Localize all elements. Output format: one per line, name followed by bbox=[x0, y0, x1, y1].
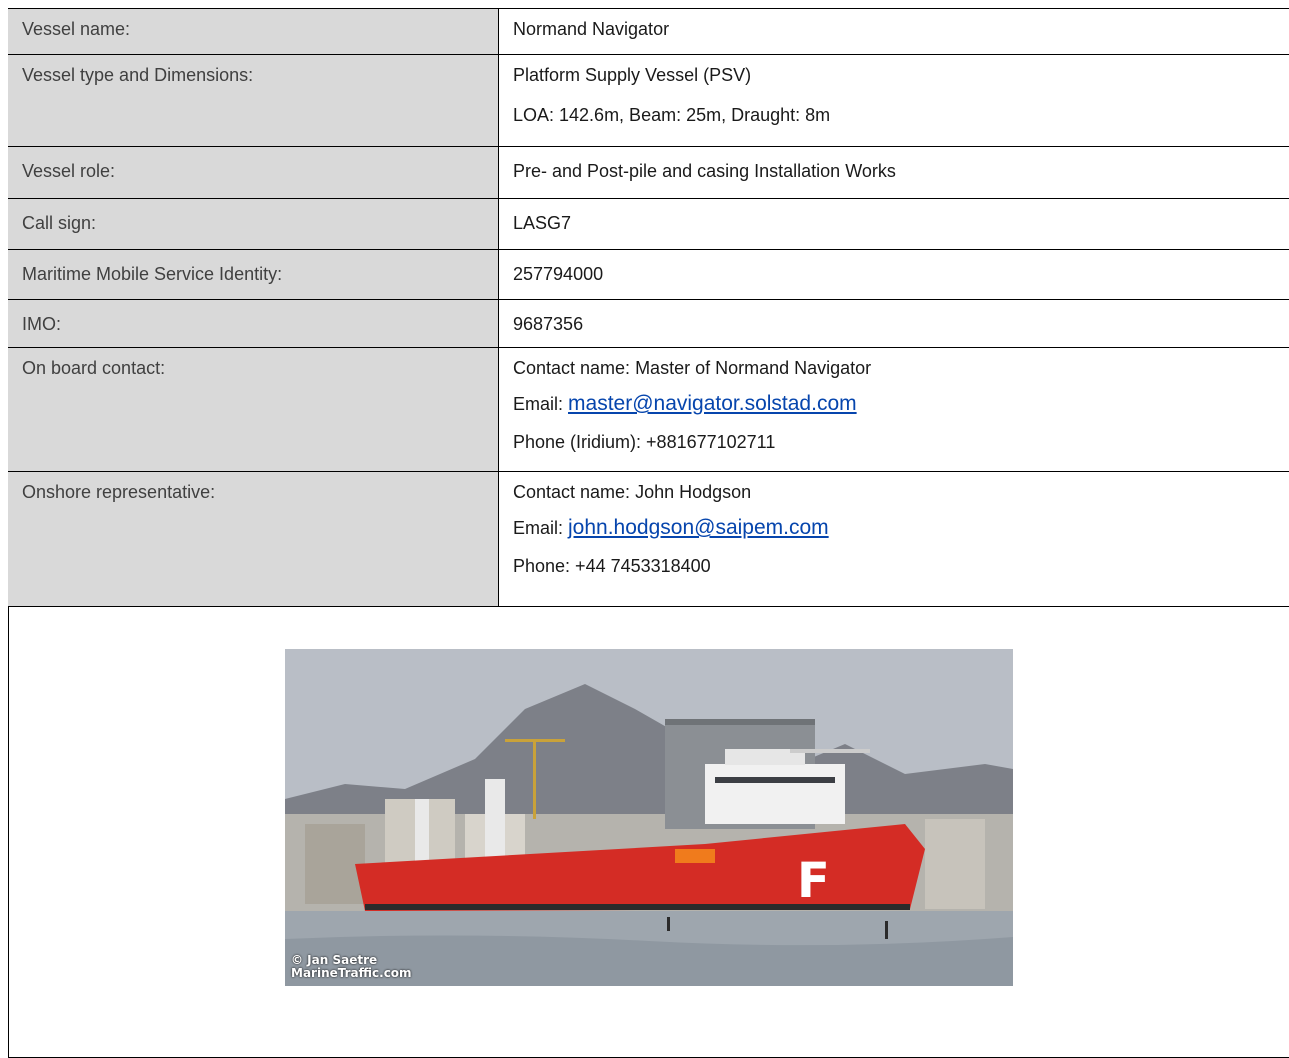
onboard-contact-name: Contact name: Master of Normand Navigato… bbox=[513, 358, 872, 378]
table-row: Vessel name: Normand Navigator bbox=[8, 8, 1289, 55]
table-row: Vessel role: Pre- and Post-pile and casi… bbox=[8, 146, 1289, 199]
photo-credit: © Jan Saetre MarineTraffic.com bbox=[291, 954, 412, 980]
row-label: On board contact: bbox=[8, 347, 499, 472]
email-prefix: Email: bbox=[513, 394, 569, 414]
onshore-email-line: Email: john.hodgson@saipem.com bbox=[513, 512, 1275, 546]
photo-credit-source: MarineTraffic.com bbox=[291, 966, 412, 980]
row-label: IMO: bbox=[8, 299, 499, 348]
onshore-contact-name: Contact name: John Hodgson bbox=[513, 482, 752, 502]
vessel-role-value: Pre- and Post-pile and casing Installati… bbox=[513, 161, 896, 181]
mmsi-value: 257794000 bbox=[513, 264, 604, 284]
onboard-email-line: Email: master@navigator.solstad.com bbox=[513, 388, 1275, 422]
table-row: Onshore representative: Contact name: Jo… bbox=[8, 471, 1289, 607]
call-sign-value: LASG7 bbox=[513, 213, 572, 233]
vessel-photo: F © Jan Saetre MarineTraffic.com bbox=[285, 649, 1013, 986]
onshore-phone: Phone: +44 7453318400 bbox=[513, 556, 711, 576]
table-row: Maritime Mobile Service Identity: 257794… bbox=[8, 249, 1289, 300]
hull-logo: F bbox=[797, 853, 830, 909]
row-label: Vessel role: bbox=[8, 146, 499, 199]
vessel-info-table: Vessel name: Normand Navigator Vessel ty… bbox=[8, 8, 1289, 607]
email-prefix: Email: bbox=[513, 518, 569, 538]
row-label: Onshore representative: bbox=[8, 471, 499, 607]
onshore-email-link[interactable]: john.hodgson@saipem.com bbox=[568, 516, 829, 539]
imo-value: 9687356 bbox=[513, 314, 584, 334]
row-label: Maritime Mobile Service Identity: bbox=[8, 249, 499, 300]
vessel-name-value: Normand Navigator bbox=[513, 19, 670, 39]
vessel-dimensions-value: LOA: 142.6m, Beam: 25m, Draught: 8m bbox=[513, 105, 831, 125]
table-row: On board contact: Contact name: Master o… bbox=[8, 347, 1289, 472]
table-row: Call sign: LASG7 bbox=[8, 198, 1289, 250]
row-label: Vessel type and Dimensions: bbox=[8, 54, 499, 147]
onboard-email-link[interactable]: master@navigator.solstad.com bbox=[568, 392, 857, 415]
row-label: Vessel name: bbox=[8, 8, 499, 55]
table-row: IMO: 9687356 bbox=[8, 299, 1289, 348]
table-row: Vessel type and Dimensions: Platform Sup… bbox=[8, 54, 1289, 147]
onboard-phone: Phone (Iridium): +881677102711 bbox=[513, 432, 776, 452]
row-label: Call sign: bbox=[8, 198, 499, 250]
vessel-type-value: Platform Supply Vessel (PSV) bbox=[513, 65, 752, 85]
vessel-photo-illustration: F bbox=[285, 649, 1013, 986]
